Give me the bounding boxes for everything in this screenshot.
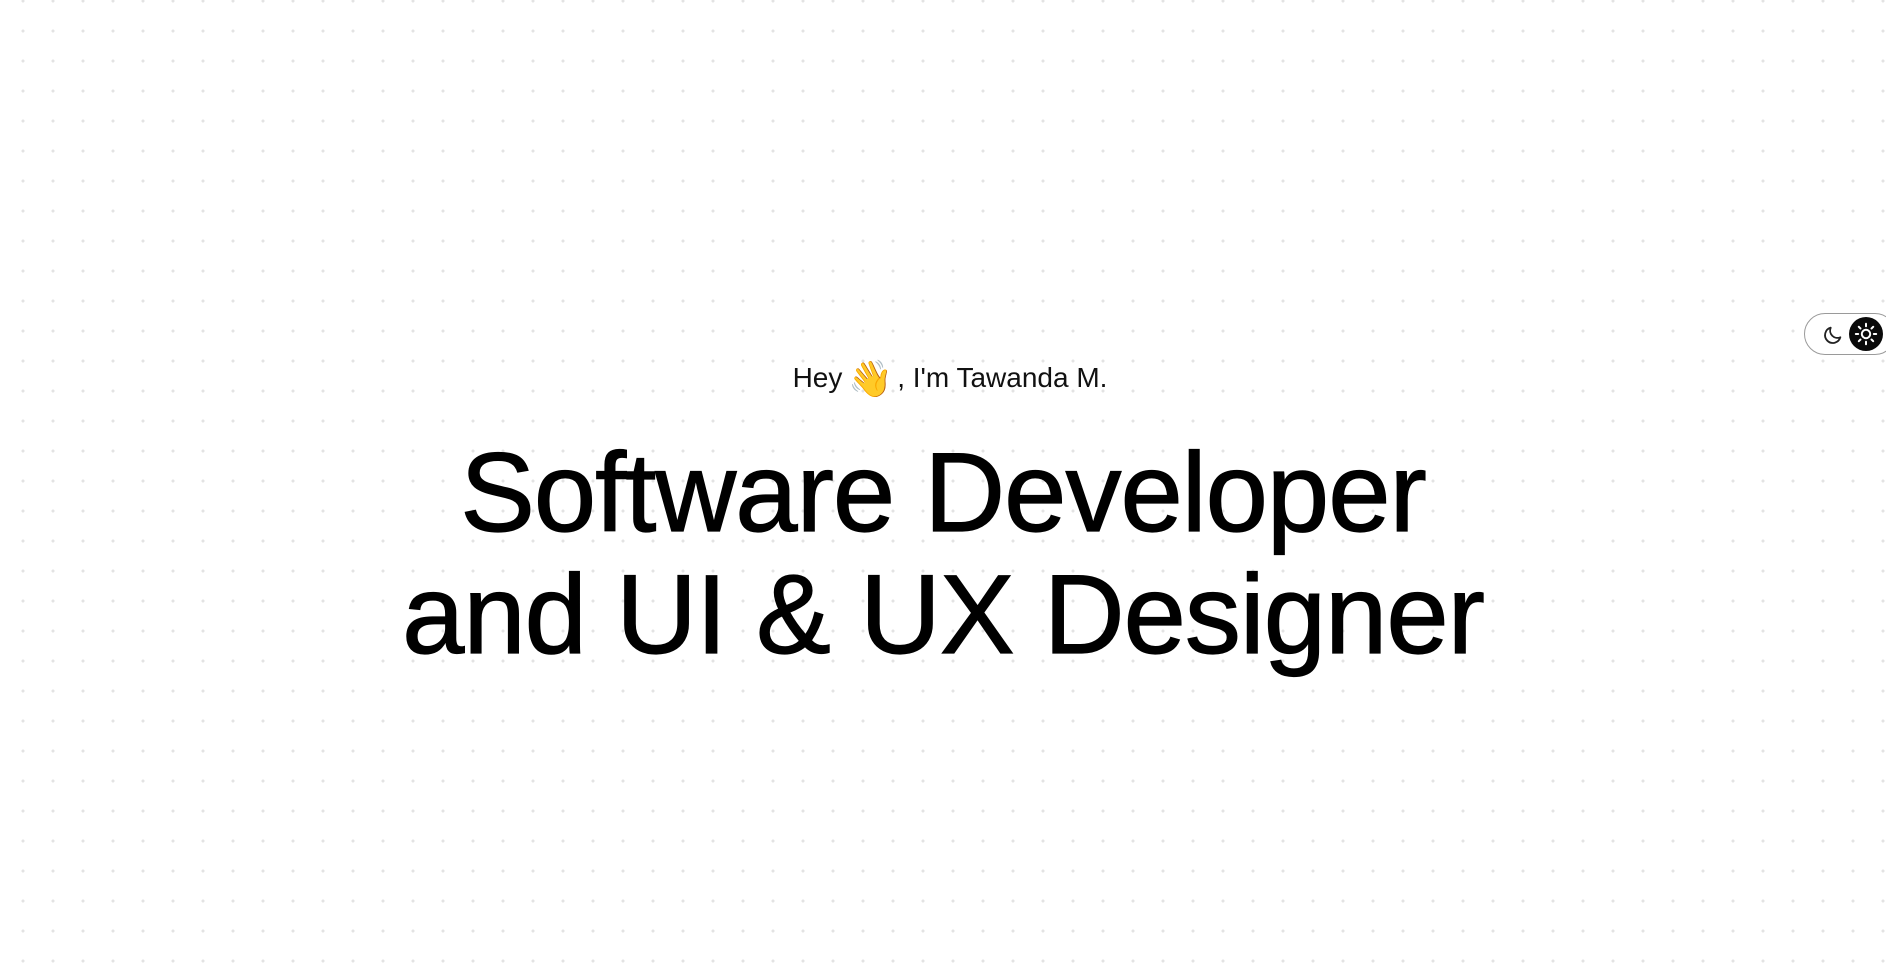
hero-section: Hey 👋, I'm Tawanda M. Software Developer … bbox=[0, 0, 1886, 973]
theme-toggle[interactable] bbox=[1804, 313, 1886, 355]
headline-line-1: Software Developer bbox=[460, 430, 1428, 555]
sun-icon bbox=[1854, 322, 1878, 346]
greeting-prefix: Hey bbox=[792, 362, 843, 393]
headline-line-2: and UI & UX Designer bbox=[401, 552, 1485, 677]
greeting: Hey 👋, I'm Tawanda M. bbox=[0, 354, 1886, 402]
greeting-name: , I'm Tawanda M. bbox=[897, 362, 1108, 393]
moon-icon[interactable] bbox=[1822, 324, 1844, 346]
toggle-knob[interactable] bbox=[1849, 317, 1883, 351]
waving-hand-icon: 👋 bbox=[848, 358, 894, 399]
headline: Software Developer and UI & UX Designer bbox=[0, 430, 1886, 677]
